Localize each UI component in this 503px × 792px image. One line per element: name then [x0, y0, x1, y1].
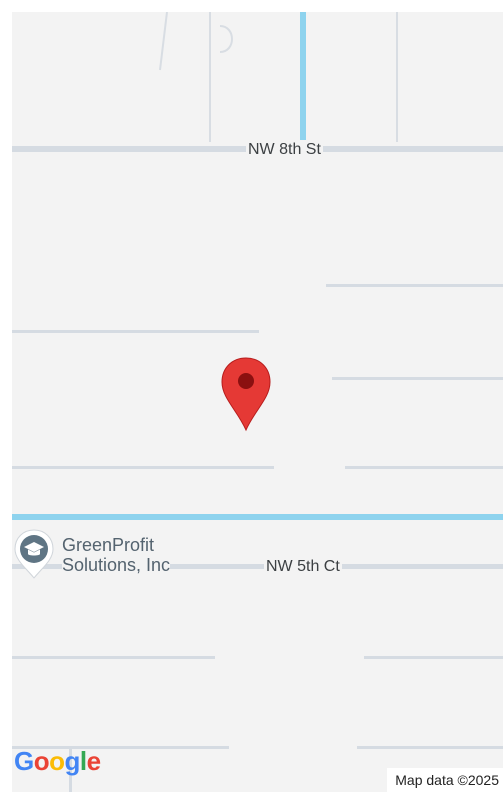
graduation-cap-icon [14, 529, 54, 579]
map-attribution[interactable]: Map data ©2025 [387, 768, 503, 792]
road-segment [364, 656, 503, 659]
poi-label: GreenProfit Solutions, Inc [62, 535, 171, 575]
road-segment [357, 746, 503, 749]
poi-name-line1: GreenProfit [62, 535, 155, 555]
street-label-nw-8th-st: NW 8th St [246, 140, 323, 160]
road-segment [12, 466, 274, 469]
google-logo: Google [14, 746, 101, 776]
poi-name-line2: Solutions, Inc [62, 555, 171, 575]
road-segment [12, 330, 259, 333]
map-pin-icon[interactable] [220, 356, 272, 432]
map-background-lines [159, 12, 398, 142]
road-segment [326, 284, 503, 287]
road-segment [12, 656, 215, 659]
canal-vertical [300, 12, 306, 147]
canal-horizontal [12, 514, 503, 520]
road-segment [332, 377, 503, 380]
poi-greenprofit[interactable]: GreenProfit Solutions, Inc [12, 528, 171, 582]
street-label-nw-5th-ct: NW 5th Ct [264, 557, 342, 577]
road-segment [345, 466, 503, 469]
